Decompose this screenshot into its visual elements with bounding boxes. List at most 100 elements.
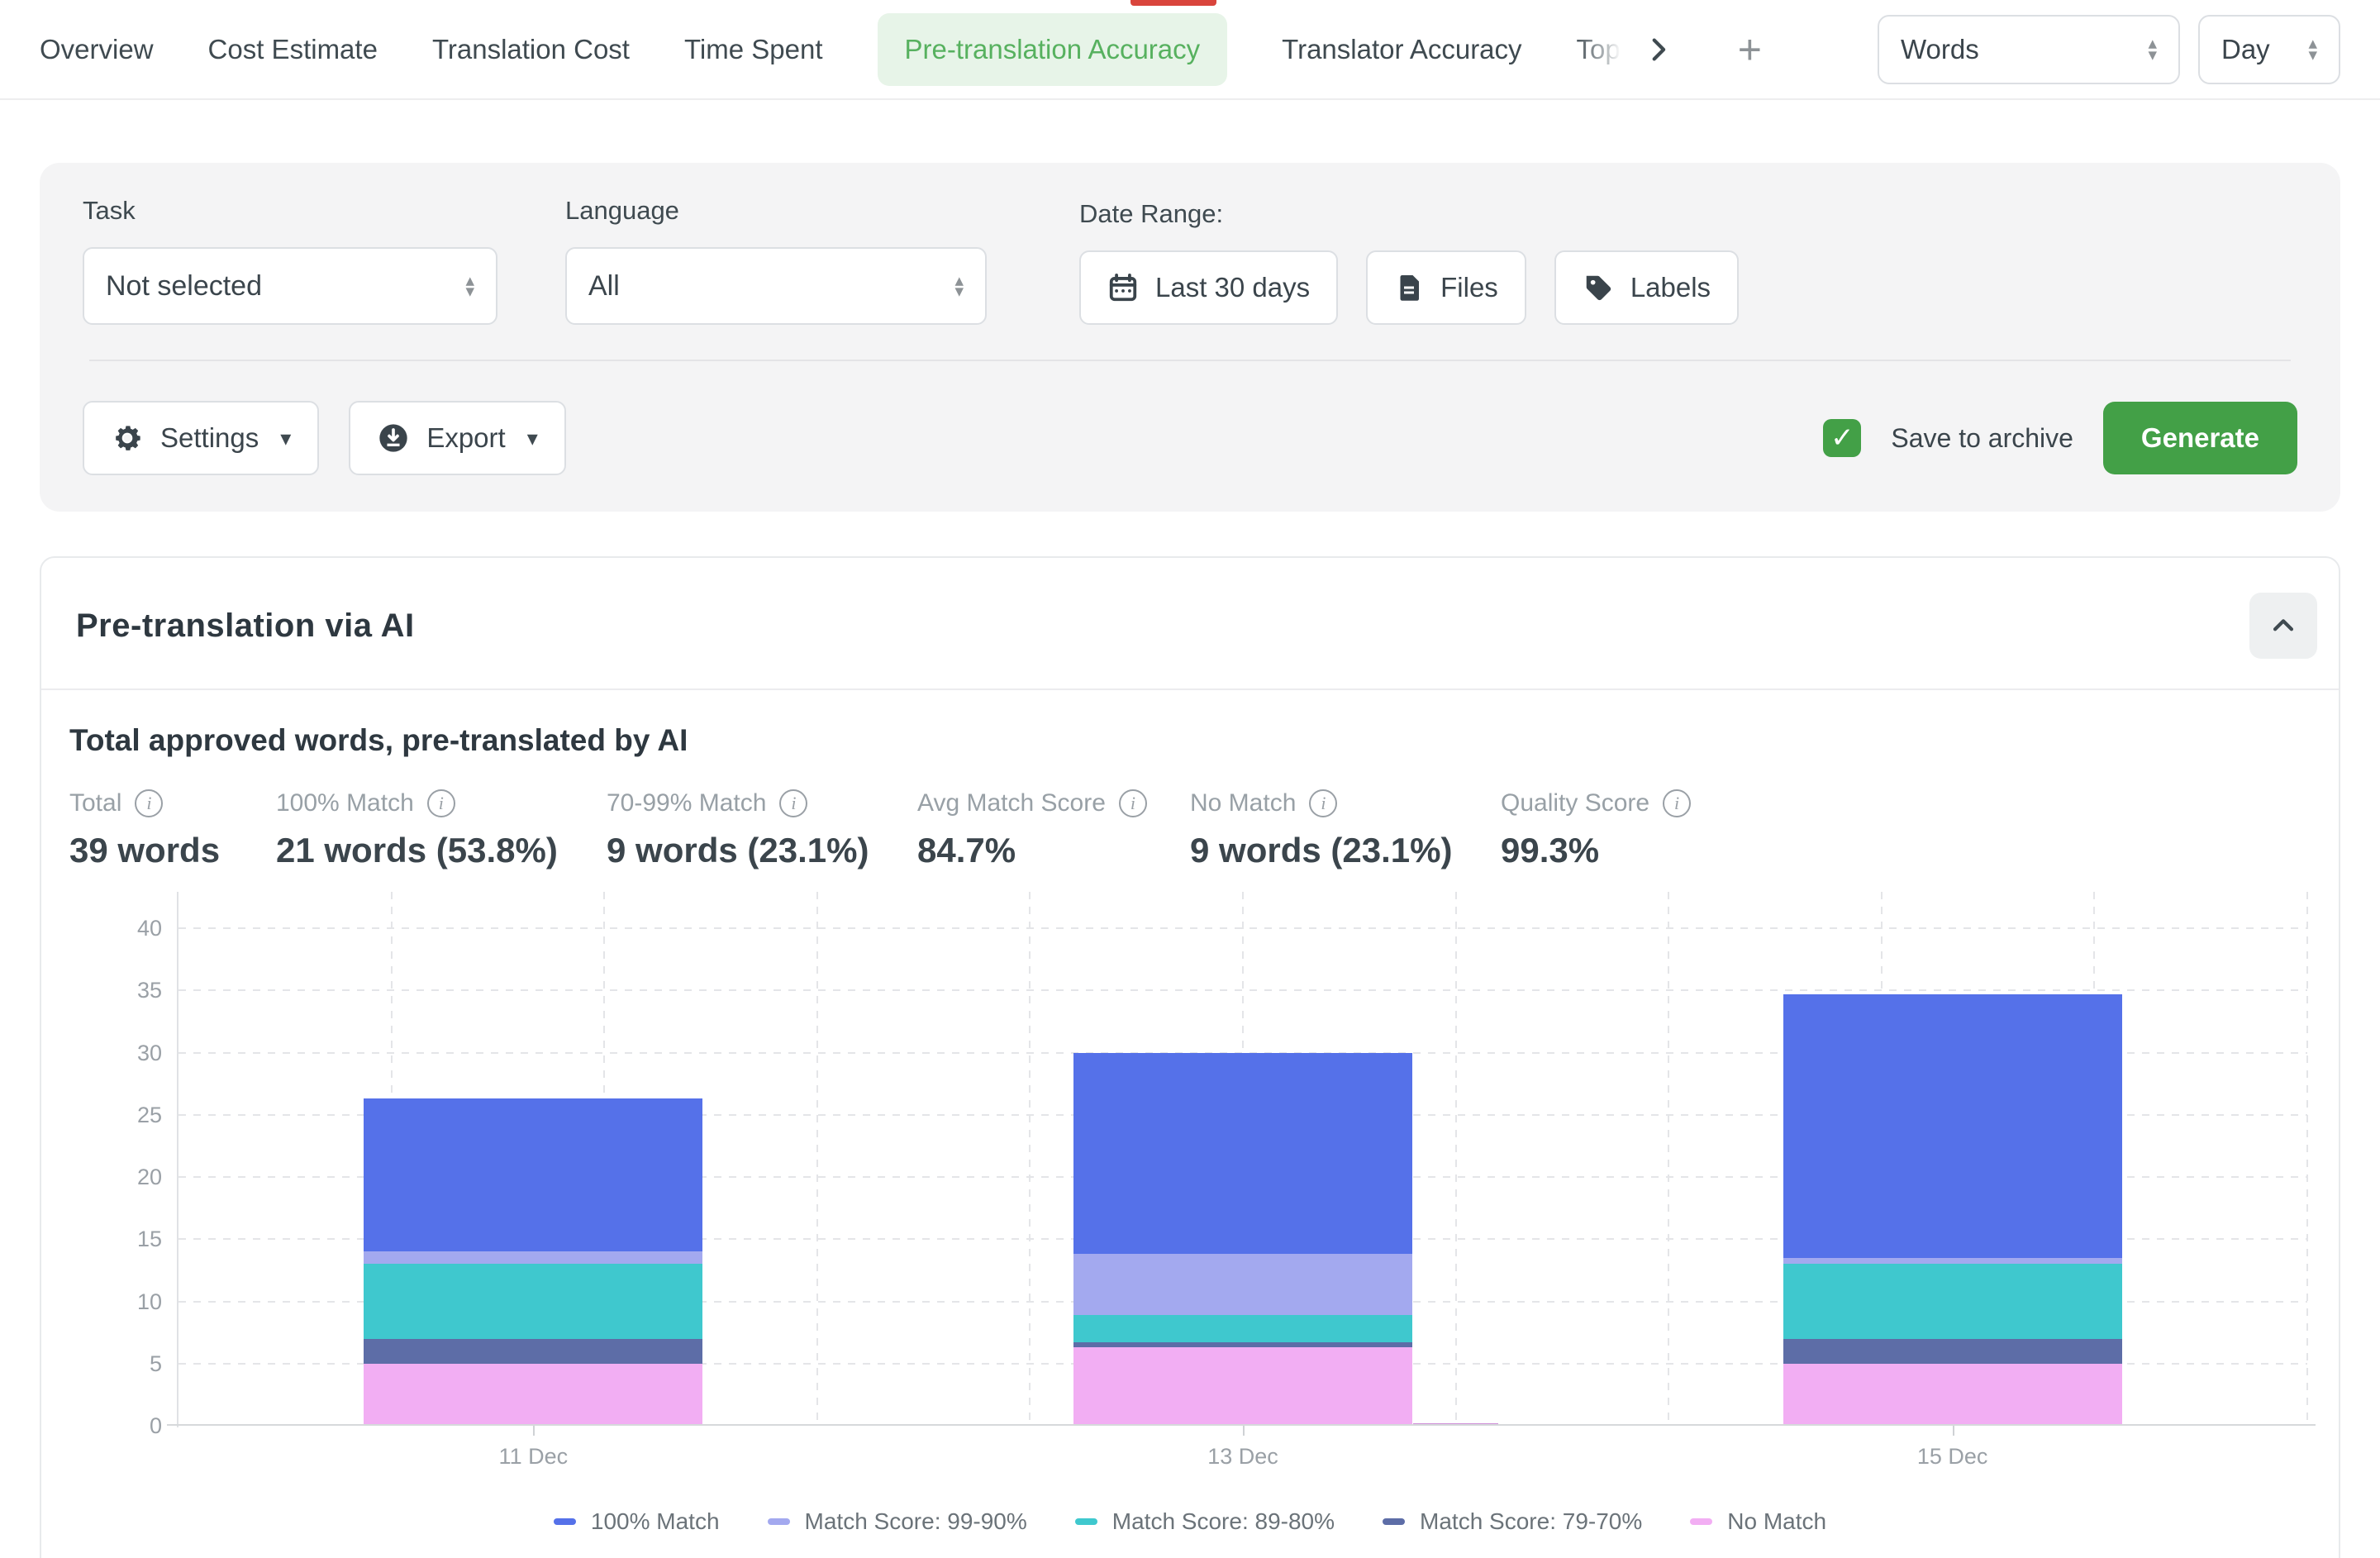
granularity-select[interactable]: Day ▴▾: [2198, 15, 2340, 84]
legend-item[interactable]: Match Score: 79-70%: [1383, 1508, 1642, 1535]
granularity-select-value: Day: [2221, 34, 2270, 65]
info-icon[interactable]: i: [135, 789, 163, 817]
info-icon[interactable]: i: [427, 789, 455, 817]
legend-swatch-icon: [768, 1518, 790, 1525]
tab-cost-estimate[interactable]: Cost Estimate: [208, 34, 378, 65]
stat-label: Avg Match Score: [917, 789, 1106, 817]
card-title: Pre-translation via AI: [76, 607, 415, 645]
gridline: [1668, 892, 1669, 1426]
bar-segment[interactable]: [1783, 994, 2122, 1258]
stat-value: 99.3%: [1501, 831, 1691, 870]
stat-label: 70-99% Match: [607, 789, 766, 817]
bar-segment[interactable]: [1783, 1339, 2122, 1364]
info-icon[interactable]: i: [1663, 789, 1691, 817]
screen-share-indicator: [1130, 0, 1216, 6]
stat-value: 39 words: [69, 831, 276, 870]
stat-label: Quality Score: [1501, 789, 1649, 817]
check-icon: ✓: [1830, 422, 1854, 455]
task-select[interactable]: Not selected ▴▾: [83, 247, 497, 325]
bar-segment[interactable]: [364, 1364, 702, 1426]
tab-overview[interactable]: Overview: [40, 34, 154, 65]
y-tick-label: 0: [69, 1413, 162, 1439]
legend-item[interactable]: Match Score: 89-80%: [1075, 1508, 1335, 1535]
collapse-card-button[interactable]: [2249, 593, 2317, 659]
plus-icon: +: [1738, 29, 1762, 70]
tab-time-spent[interactable]: Time Spent: [684, 34, 823, 65]
export-button[interactable]: Export ▾: [349, 401, 565, 475]
legend-label: Match Score: 89-80%: [1112, 1508, 1335, 1535]
select-arrows-icon: ▴▾: [465, 275, 474, 297]
settings-button[interactable]: Settings ▾: [83, 401, 319, 475]
report-tabs: Overview Cost Estimate Translation Cost …: [40, 13, 1621, 86]
generate-button[interactable]: Generate: [2103, 402, 2297, 474]
bar-segment[interactable]: [1073, 1315, 1412, 1342]
legend-item[interactable]: No Match: [1690, 1508, 1826, 1535]
legend-item[interactable]: 100% Match: [554, 1508, 720, 1535]
gear-icon: [111, 422, 144, 455]
y-tick-label: 10: [69, 1289, 162, 1315]
stat-quality-score: Quality Score i 99.3%: [1501, 789, 1691, 870]
labels-button[interactable]: Labels: [1554, 250, 1739, 325]
legend-label: 100% Match: [591, 1508, 720, 1535]
chart-plot-area: [178, 928, 2307, 1426]
y-tick-label: 40: [69, 916, 162, 941]
bar-segment[interactable]: [1073, 1254, 1412, 1315]
bar-segment[interactable]: [1783, 1258, 2122, 1265]
caret-down-icon: ▾: [280, 426, 291, 451]
legend-swatch-icon: [1690, 1518, 1712, 1525]
language-label: Language: [565, 196, 987, 226]
legend-swatch-icon: [1383, 1518, 1405, 1525]
files-button[interactable]: Files: [1366, 250, 1526, 325]
stat-value: 9 words (23.1%): [1190, 831, 1501, 870]
info-icon[interactable]: i: [1119, 789, 1147, 817]
bar-segment[interactable]: [1073, 1342, 1412, 1347]
info-icon[interactable]: i: [1309, 789, 1337, 817]
date-range-value: Last 30 days: [1155, 272, 1310, 303]
bar-segment[interactable]: [364, 1098, 702, 1251]
legend-label: Match Score: 99-90%: [805, 1508, 1027, 1535]
bar-segment[interactable]: [1783, 1264, 2122, 1338]
bar-segment[interactable]: [1073, 1347, 1412, 1426]
bar-segment[interactable]: [1783, 1364, 2122, 1426]
pre-translation-card: Pre-translation via AI Total approved wo…: [40, 556, 2340, 1558]
legend-label: Match Score: 79-70%: [1420, 1508, 1642, 1535]
axis-tick: [533, 1426, 535, 1436]
info-icon[interactable]: i: [779, 789, 807, 817]
axis-tick: [1243, 1426, 1245, 1436]
tab-translation-cost[interactable]: Translation Cost: [432, 34, 630, 65]
file-icon: [1394, 272, 1424, 303]
bar-segment[interactable]: [364, 1251, 702, 1264]
bar-segment[interactable]: [364, 1339, 702, 1364]
gridline: [1029, 892, 1031, 1426]
legend-item[interactable]: Match Score: 99-90%: [768, 1508, 1027, 1535]
unit-select[interactable]: Words ▴▾: [1878, 15, 2180, 84]
gridline: [2306, 892, 2308, 1426]
legend-swatch-icon: [554, 1518, 576, 1525]
legend-swatch-icon: [1075, 1518, 1097, 1525]
task-select-value: Not selected: [106, 270, 262, 303]
bar-segment[interactable]: [1073, 1053, 1412, 1255]
stat-total: Totali 39 words: [69, 789, 276, 870]
tab-translator-accuracy[interactable]: Translator Accuracy: [1282, 34, 1521, 65]
x-tick-label: 11 Dec: [499, 1444, 569, 1470]
bar-segment[interactable]: [364, 1264, 702, 1338]
tab-pre-translation-accuracy[interactable]: Pre-translation Accuracy: [878, 13, 1228, 86]
tab-bar: Overview Cost Estimate Translation Cost …: [0, 0, 2380, 100]
save-to-archive-label: Save to archive: [1891, 423, 2073, 454]
language-select[interactable]: All ▴▾: [565, 247, 987, 325]
download-icon: [377, 422, 410, 455]
caret-down-icon: ▾: [527, 426, 538, 451]
stat-value: 9 words (23.1%): [607, 831, 917, 870]
chart-legend: 100% Match Match Score: 99-90% Match Score…: [69, 1508, 2311, 1535]
tab-top-truncated[interactable]: Top: [1577, 34, 1621, 65]
stat-value: 21 words (53.8%): [276, 831, 607, 870]
add-tab-button[interactable]: +: [1738, 29, 1762, 70]
y-tick-label: 5: [69, 1351, 162, 1377]
y-tick-label: 35: [69, 978, 162, 1003]
stat-70-99-match: 70-99% Match i 9 words (23.1%): [607, 789, 917, 870]
x-tick-label: 15 Dec: [1917, 1444, 1988, 1470]
save-to-archive-checkbox[interactable]: ✓: [1823, 419, 1861, 457]
stat-value: 84.7%: [917, 831, 1190, 870]
tabs-scroll-right-button[interactable]: [1644, 36, 1672, 64]
date-range-button[interactable]: Last 30 days: [1079, 250, 1338, 325]
